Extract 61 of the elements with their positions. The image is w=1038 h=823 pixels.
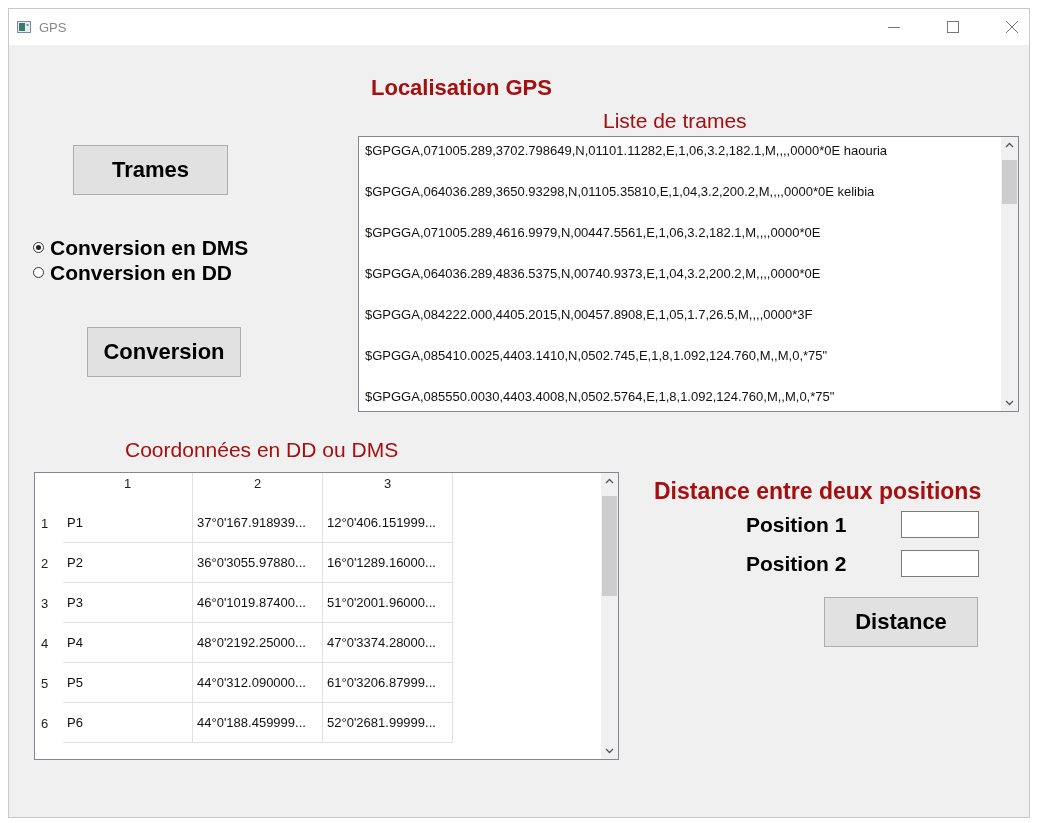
table-cell: P2: [63, 543, 193, 583]
table-cell: 48°0'2192.25000...: [193, 623, 323, 663]
list-item[interactable]: $GPGGA,084222.000,4405.2015,N,00457.8908,E,1,05,1.7,26.5,M,,,,0000*3F: [365, 307, 1001, 348]
close-icon[interactable]: [1005, 20, 1019, 34]
position-label: Position 2: [746, 551, 848, 576]
table-cell: 16°0'1289.16000...: [323, 543, 453, 583]
conversion-button[interactable]: Conversion: [87, 327, 241, 377]
radio-label[interactable]: Conversion en DMS: [50, 235, 249, 260]
row-header[interactable]: 3: [35, 583, 63, 623]
scroll-thumb[interactable]: [1002, 160, 1017, 204]
scroll-up-icon[interactable]: [1005, 142, 1014, 148]
scrollbar[interactable]: [601, 473, 618, 759]
scroll-up-icon[interactable]: [605, 478, 614, 484]
table-cell: 36°0'3055.97880...: [193, 543, 323, 583]
table-cell: 46°0'1019.87400...: [193, 583, 323, 623]
radio-button[interactable]: [33, 242, 44, 253]
distance-title: Distance entre deux positions: [654, 478, 982, 505]
table-cell: 44°0'312.090000...: [193, 663, 323, 703]
row-header[interactable]: 4: [35, 623, 63, 663]
row-header[interactable]: 5: [35, 663, 63, 703]
row-header[interactable]: 2: [35, 543, 63, 583]
table-cell: P5: [63, 663, 193, 703]
app-icon: [17, 21, 31, 33]
row-header[interactable]: 6: [35, 703, 63, 743]
table-cell: P3: [63, 583, 193, 623]
app-heading: Localisation GPS: [371, 75, 553, 101]
column-header[interactable]: 3: [323, 473, 453, 503]
position-field[interactable]: [901, 550, 979, 577]
scroll-thumb[interactable]: [602, 496, 617, 596]
column-header[interactable]: 2: [193, 473, 323, 503]
scroll-down-icon[interactable]: [1005, 400, 1014, 406]
list-label: Liste de trames: [603, 109, 748, 133]
scroll-down-icon[interactable]: [605, 748, 614, 754]
table-cell: P4: [63, 623, 193, 663]
row-header[interactable]: 1: [35, 503, 63, 543]
list-item[interactable]: $GPGGA,064036.289,4836.5375,N,00740.9373,E,1,04,3.2,200.2,M,,,,0000*0E: [365, 266, 1001, 307]
radio-label[interactable]: Conversion en DD: [50, 260, 233, 285]
list-item[interactable]: $GPGGA,064036.289,3650.93298,N,01105.35810,E,1,04,3.2,200.2,M,,,,0000*0E kelibia: [365, 184, 1001, 225]
table-cell: P6: [63, 703, 193, 743]
scrollbar[interactable]: [1001, 137, 1018, 411]
list-item[interactable]: $GPGGA,071005.289,4616.9979,N,00447.5561,E,1,06,3.2,182.1,M,,,,0000*0E: [365, 225, 1001, 266]
table-label: Coordonnées en DD ou DMS: [125, 438, 400, 462]
position-field[interactable]: [901, 511, 979, 538]
list-item[interactable]: $GPGGA,071005.289,3702.798649,N,01101.11282,E,1,06,3.2,182.1,M,,,,0000*0E haouria: [365, 143, 1001, 184]
table-cell: 47°0'3374.28000...: [323, 623, 453, 663]
table-cell: 12°0'406.151999...: [323, 503, 453, 543]
table-cell: P1: [63, 503, 193, 543]
table-cell: 52°0'2681.99999...: [323, 703, 453, 743]
distance-button[interactable]: Distance: [824, 597, 978, 647]
list-item[interactable]: $GPGGA,085410.0025,4403.1410,N,0502.745,E,1,8,1.092,124.760,M,,M,0,*75": [365, 348, 1001, 389]
position-label: Position 1: [746, 512, 848, 537]
column-header[interactable]: 1: [63, 473, 193, 503]
table-cell: 37°0'167.918939...: [193, 503, 323, 543]
maximize-icon[interactable]: [946, 20, 960, 34]
radio-button[interactable]: [33, 267, 44, 278]
table-cell: 51°0'2001.96000...: [323, 583, 453, 623]
list-item[interactable]: $GPGGA,085550.0030,4403.4008,N,0502.5764,E,1,8,1.092,124.760,M,,M,0,*75": [365, 389, 1001, 411]
table-cell: 61°0'3206.87999...: [323, 663, 453, 703]
trames-button[interactable]: Trames: [73, 145, 228, 195]
table-cell: 44°0'188.459999...: [193, 703, 323, 743]
window-title: GPS: [39, 19, 67, 35]
